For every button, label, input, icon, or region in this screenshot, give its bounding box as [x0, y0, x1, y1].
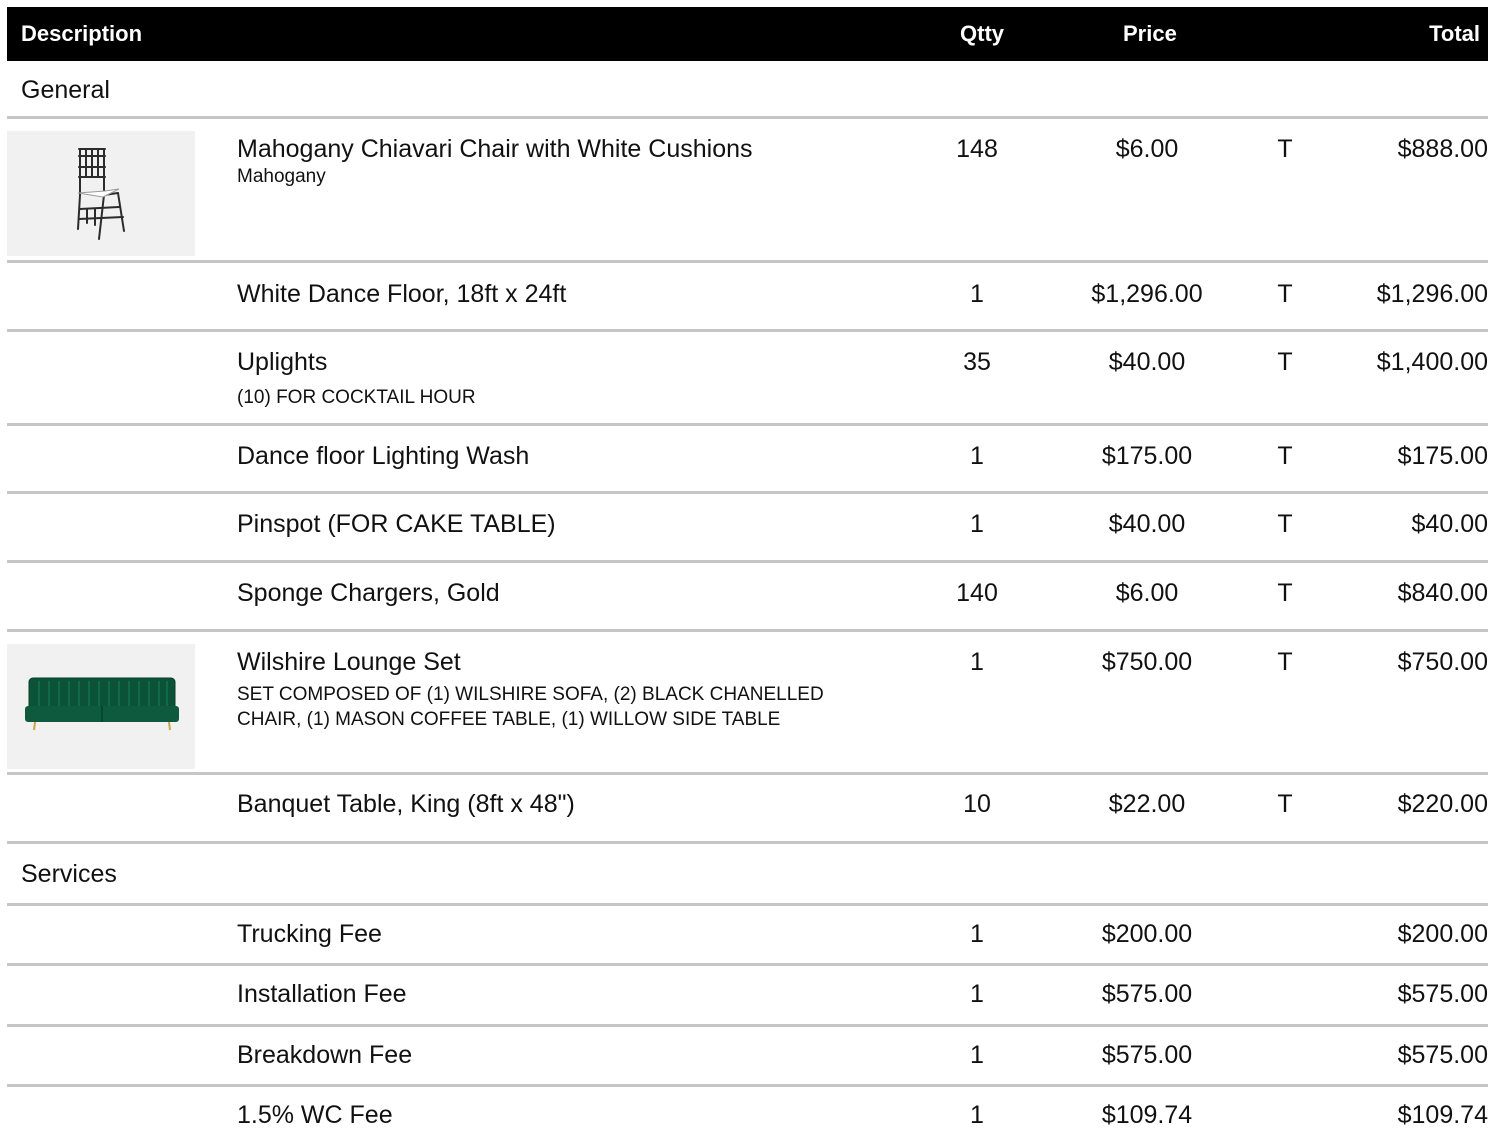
item-total: $575.00: [1397, 1041, 1488, 1069]
item-name: 1.5% WC Fee: [237, 1101, 393, 1129]
item-qty: 148: [956, 135, 998, 163]
item-tax-flag: T: [1277, 790, 1293, 818]
item-name: Mahogany Chiavari Chair with White Cushi…: [237, 135, 753, 163]
table-row: Breakdown Fee 1 $575.00 $575.00: [7, 1027, 1488, 1087]
header-total: Total: [1429, 21, 1480, 46]
item-name: Wilshire Lounge Set: [237, 648, 461, 676]
item-name: Trucking Fee: [237, 920, 382, 948]
line-items-table: Description Qtty Price Total General Mah…: [7, 7, 1488, 1137]
table-row: Mahogany Chiavari Chair with White Cushi…: [7, 119, 1488, 263]
item-name: Sponge Chargers, Gold: [237, 579, 500, 607]
header-description: Description: [21, 21, 143, 46]
item-qty: 1: [970, 980, 984, 1008]
item-qty: 1: [970, 442, 984, 470]
table-row: 1.5% WC Fee 1 $109.74 $109.74: [7, 1087, 1488, 1137]
item-qty: 1: [970, 510, 984, 538]
item-name: Breakdown Fee: [237, 1041, 413, 1069]
table-row: Installation Fee 1 $575.00 $575.00: [7, 966, 1488, 1027]
item-total: $750.00: [1397, 648, 1488, 676]
item-price: $6.00: [1115, 579, 1179, 607]
item-total: $840.00: [1397, 579, 1488, 607]
item-name: Uplights: [237, 348, 328, 376]
table-row: Banquet Table, King (8ft x 48") 10 $22.0…: [7, 775, 1488, 844]
section-title: Services: [21, 860, 117, 888]
item-total: $888.00: [1397, 135, 1488, 163]
item-tax-flag: T: [1277, 579, 1293, 607]
sofa-image: [7, 644, 195, 769]
item-total: $1,400.00: [1376, 348, 1488, 376]
item-total: $109.74: [1397, 1101, 1488, 1129]
item-name: Dance floor Lighting Wash: [237, 442, 530, 470]
table-header: Description Qtty Price Total: [7, 7, 1488, 61]
item-price: $175.00: [1101, 442, 1193, 470]
table-row: Uplights (10) FOR COCKTAIL HOUR 35 $40.0…: [7, 332, 1488, 426]
table-row: Trucking Fee 1 $200.00 $200.00: [7, 906, 1488, 966]
section-title: General: [21, 76, 110, 104]
table-row: Sponge Chargers, Gold 140 $6.00 T $840.0…: [7, 563, 1488, 632]
item-price: $40.00: [1108, 510, 1186, 538]
item-name: Installation Fee: [237, 980, 407, 1008]
item-subtext: (10) FOR COCKTAIL HOUR: [237, 387, 476, 408]
item-subtext: SET COMPOSED OF (1) WILSHIRE SOFA, (2) B…: [237, 684, 824, 730]
chair-image: [7, 131, 195, 256]
section-services: Services: [7, 844, 1488, 906]
item-price: $575.00: [1101, 1041, 1193, 1069]
header-price: Price: [1123, 21, 1177, 46]
item-qty: 35: [963, 348, 991, 376]
item-price: $200.00: [1101, 920, 1193, 948]
item-tax-flag: T: [1277, 442, 1293, 470]
table-row: Pinspot (FOR CAKE TABLE) 1 $40.00 T $40.…: [7, 494, 1488, 563]
table-row: Wilshire Lounge Set SET COMPOSED OF (1) …: [7, 632, 1488, 775]
item-total: $575.00: [1397, 980, 1488, 1008]
item-price: $575.00: [1101, 980, 1193, 1008]
item-total: $200.00: [1397, 920, 1488, 948]
item-price: $22.00: [1108, 790, 1186, 818]
item-price: $109.74: [1101, 1101, 1193, 1129]
item-name: Pinspot (FOR CAKE TABLE): [237, 510, 556, 538]
item-qty: 1: [970, 1101, 984, 1129]
item-price: $6.00: [1115, 135, 1179, 163]
item-name: Banquet Table, King (8ft x 48"): [237, 790, 575, 818]
item-qty: 1: [970, 280, 984, 308]
item-qty: 1: [970, 1041, 984, 1069]
section-general: General: [7, 61, 1488, 119]
item-tax-flag: T: [1277, 280, 1293, 308]
item-total: $40.00: [1411, 510, 1488, 538]
header-qty: Qtty: [960, 21, 1004, 46]
item-qty: 1: [970, 648, 984, 676]
table-row: White Dance Floor, 18ft x 24ft 1 $1,296.…: [7, 263, 1488, 332]
table-row: Dance floor Lighting Wash 1 $175.00 T $1…: [7, 426, 1488, 494]
item-total: $175.00: [1397, 442, 1488, 470]
item-tax-flag: T: [1277, 135, 1293, 163]
item-tax-flag: T: [1277, 648, 1293, 676]
item-total: $1,296.00: [1376, 280, 1488, 308]
item-price: $750.00: [1101, 648, 1193, 676]
item-price: $40.00: [1108, 348, 1186, 376]
item-price: $1,296.00: [1091, 280, 1203, 308]
item-tax-flag: T: [1277, 510, 1293, 538]
item-subtext: Mahogany: [237, 166, 326, 187]
item-tax-flag: T: [1277, 348, 1293, 376]
item-qty: 1: [970, 920, 984, 948]
item-qty: 140: [956, 579, 998, 607]
item-name: White Dance Floor, 18ft x 24ft: [237, 280, 567, 308]
item-total: $220.00: [1397, 790, 1488, 818]
item-qty: 10: [963, 790, 991, 818]
